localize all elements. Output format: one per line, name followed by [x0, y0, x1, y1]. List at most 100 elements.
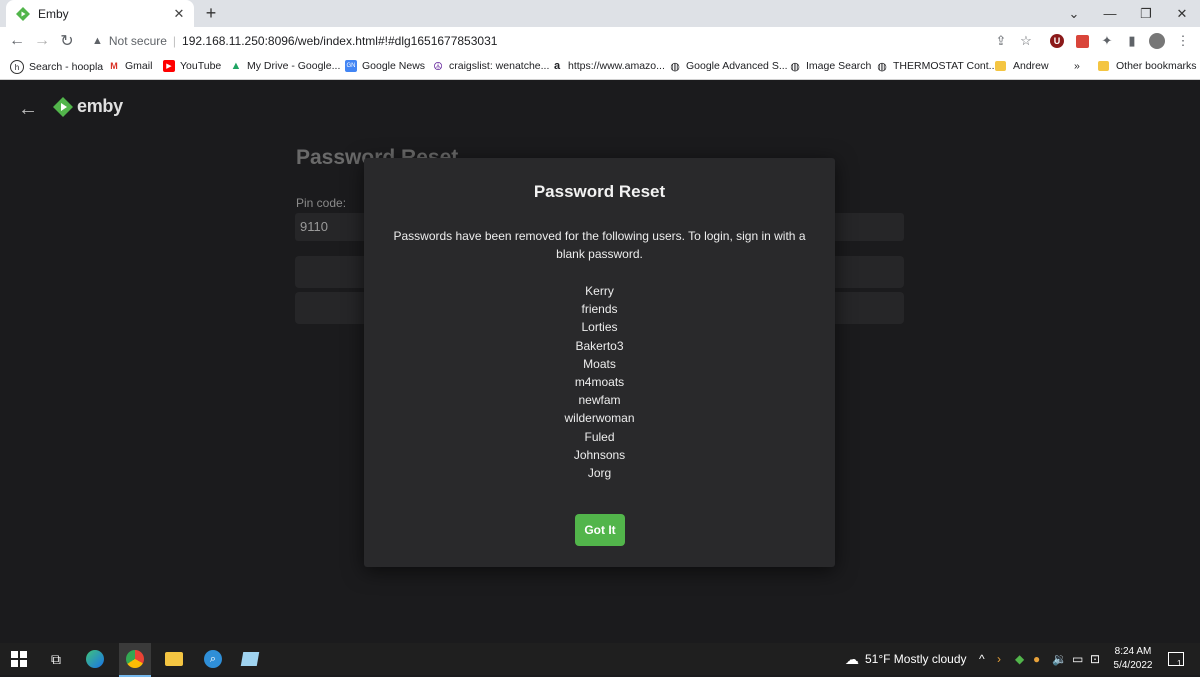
- notes-app-icon[interactable]: [240, 649, 260, 669]
- list-item: Bakerto3: [575, 338, 624, 353]
- bookmarks-bar: h Search - hoopla M Gmail ▶ YouTube ▲ My…: [0, 55, 1200, 80]
- minimize-button[interactable]: —: [1092, 0, 1128, 27]
- globe-icon: ◍: [790, 60, 800, 73]
- list-item: m4moats: [574, 374, 625, 389]
- restore-button[interactable]: ❐: [1128, 0, 1164, 27]
- clock-date: 5/4/2022: [1113, 660, 1153, 671]
- list-item: Johnsons: [573, 447, 626, 462]
- pin-code-label: Pin code:: [296, 196, 347, 210]
- address-bar[interactable]: ▲ Not secure | 192.168.11.250:8096/web/i…: [84, 29, 1044, 53]
- bookmark-label: YouTube: [180, 60, 222, 72]
- side-panel-icon[interactable]: ▮: [1123, 32, 1141, 50]
- notifications-icon[interactable]: 1: [1168, 643, 1184, 675]
- password-reset-dialog: Password Reset Passwords have been remov…: [364, 158, 835, 567]
- bookmark-hoopla[interactable]: h Search - hoopla: [10, 60, 103, 74]
- dialog-message: Passwords have been removed for the foll…: [393, 229, 806, 261]
- back-arrow-icon[interactable]: ←: [18, 98, 38, 121]
- back-icon[interactable]: ←: [8, 32, 26, 50]
- task-view-icon[interactable]: ⧉: [46, 649, 66, 669]
- tray-app-chevron-icon[interactable]: ›: [997, 643, 1001, 675]
- ublock-extension-icon[interactable]: U: [1048, 32, 1066, 50]
- youtube-icon: ▶: [163, 60, 175, 72]
- close-window-button[interactable]: ✕: [1164, 0, 1200, 27]
- bookmark-gmail[interactable]: M Gmail: [108, 60, 152, 72]
- bookmark-craigslist[interactable]: ☮ craigslist: wenatche...: [432, 60, 550, 73]
- clock-time: 8:24 AM: [1114, 646, 1152, 657]
- bookmark-folder-andrew[interactable]: Andrew: [995, 60, 1049, 72]
- bookmark-label: Gmail: [125, 60, 153, 72]
- peace-icon: ☮: [433, 60, 443, 73]
- bookmark-label: craigslist: wenatche...: [449, 60, 550, 72]
- ublock-letter: U: [1050, 34, 1064, 48]
- bookmark-image-search[interactable]: ◍ Image Search: [789, 60, 872, 73]
- url-text[interactable]: 192.168.11.250:8096/web/index.html#!#dlg…: [182, 34, 497, 48]
- reload-icon[interactable]: ↻: [58, 32, 76, 50]
- forward-icon[interactable]: →: [33, 32, 51, 50]
- bookmark-star-icon[interactable]: ☆: [1017, 32, 1035, 50]
- edge-browser-icon[interactable]: [85, 649, 105, 669]
- bookmark-label: Image Search: [806, 60, 872, 72]
- bookmark-thermostat[interactable]: ◍ THERMOSTAT Cont...: [876, 60, 997, 73]
- news-icon: GN: [345, 60, 357, 72]
- bookmark-amazon[interactable]: a https://www.amazo...: [551, 60, 665, 72]
- other-bookmarks-folder[interactable]: Other bookmarks: [1098, 60, 1197, 72]
- tab-close-icon[interactable]: ✕: [172, 6, 186, 22]
- extensions-puzzle-icon[interactable]: ✦: [1098, 32, 1116, 50]
- hoopla-icon: h: [10, 60, 24, 74]
- list-item: Kerry: [585, 284, 614, 298]
- bookmark-label: My Drive - Google...: [247, 60, 341, 72]
- windows-start-icon[interactable]: [9, 649, 29, 669]
- search-app-icon[interactable]: ⌕: [203, 649, 223, 669]
- bookmark-google-news[interactable]: GN Google News: [345, 60, 425, 72]
- bookmark-label: https://www.amazo...: [568, 60, 665, 72]
- list-item: Lorties: [581, 320, 618, 335]
- security-label[interactable]: Not secure: [109, 34, 167, 48]
- drive-icon: ▲: [230, 60, 242, 72]
- bookmark-label: Google Advanced S...: [686, 60, 788, 72]
- brand-name: emby: [77, 96, 123, 116]
- list-item: Moats: [583, 356, 616, 371]
- browser-toolbar: ← → ↻ ▲ Not secure | 192.168.11.250:8096…: [0, 27, 1200, 55]
- system-clock[interactable]: 8:24 AM 5/4/2022: [1108, 645, 1158, 673]
- volume-icon[interactable]: 🔉: [1052, 643, 1067, 675]
- bookmark-youtube[interactable]: ▶ YouTube: [163, 60, 221, 72]
- new-tab-button[interactable]: +: [202, 3, 220, 24]
- list-item: friends: [581, 302, 618, 317]
- battery-icon[interactable]: ▭: [1072, 643, 1083, 675]
- emby-favicon-icon: [16, 6, 30, 21]
- windows-taskbar: ⧉ ⌕ ☁ 51°F Mostly cloudy ^ › ◆ ● 🔉 ▭ ⊡ 8…: [0, 643, 1200, 677]
- bookmarks-more-icon[interactable]: »: [1074, 60, 1080, 72]
- folder-icon: [1098, 61, 1109, 71]
- browser-tab-strip: Emby ✕ + ⌄ — ❐ ✕: [0, 0, 1200, 27]
- bookmark-google-advanced[interactable]: ◍ Google Advanced S...: [669, 60, 788, 73]
- folder-icon: [995, 61, 1006, 71]
- emby-logo[interactable]: emby: [53, 96, 123, 117]
- chrome-browser-icon[interactable]: [119, 643, 151, 677]
- file-explorer-icon[interactable]: [164, 649, 184, 669]
- warning-icon[interactable]: ▲: [92, 35, 103, 47]
- show-hidden-icons-icon[interactable]: ^: [979, 643, 985, 675]
- tab-search-chevron-icon[interactable]: ⌄: [1056, 0, 1092, 27]
- user-list: Kerry friends Lorties Bakerto3 Moats m4m…: [364, 282, 835, 482]
- amazon-icon: a: [553, 60, 561, 72]
- bookmark-label: Search - hoopla: [29, 61, 104, 73]
- weather-widget[interactable]: ☁ 51°F Mostly cloudy: [845, 643, 967, 675]
- other-bookmarks-label: Other bookmarks: [1116, 60, 1197, 72]
- profile-avatar[interactable]: [1148, 32, 1166, 50]
- network-icon[interactable]: ⊡: [1090, 643, 1100, 675]
- bookmark-drive[interactable]: ▲ My Drive - Google...: [230, 60, 341, 72]
- weather-text: 51°F Mostly cloudy: [865, 652, 967, 666]
- list-item: Jorg: [587, 465, 612, 480]
- address-separator: |: [172, 34, 177, 48]
- tray-avast-icon[interactable]: ●: [1033, 643, 1040, 675]
- pin-code-value: 9110: [300, 219, 328, 234]
- menu-dots-icon[interactable]: ⋮: [1174, 32, 1192, 50]
- dialog-title: Password Reset: [533, 182, 666, 201]
- browser-tab[interactable]: Emby ✕: [6, 0, 194, 27]
- tray-emby-icon[interactable]: ◆: [1015, 643, 1024, 675]
- extension-red-icon[interactable]: [1073, 32, 1091, 50]
- list-item: newfam: [578, 393, 621, 408]
- list-item: wilderwoman: [564, 411, 635, 426]
- got-it-button[interactable]: Got It: [575, 514, 625, 546]
- share-icon[interactable]: ⇪: [992, 32, 1010, 50]
